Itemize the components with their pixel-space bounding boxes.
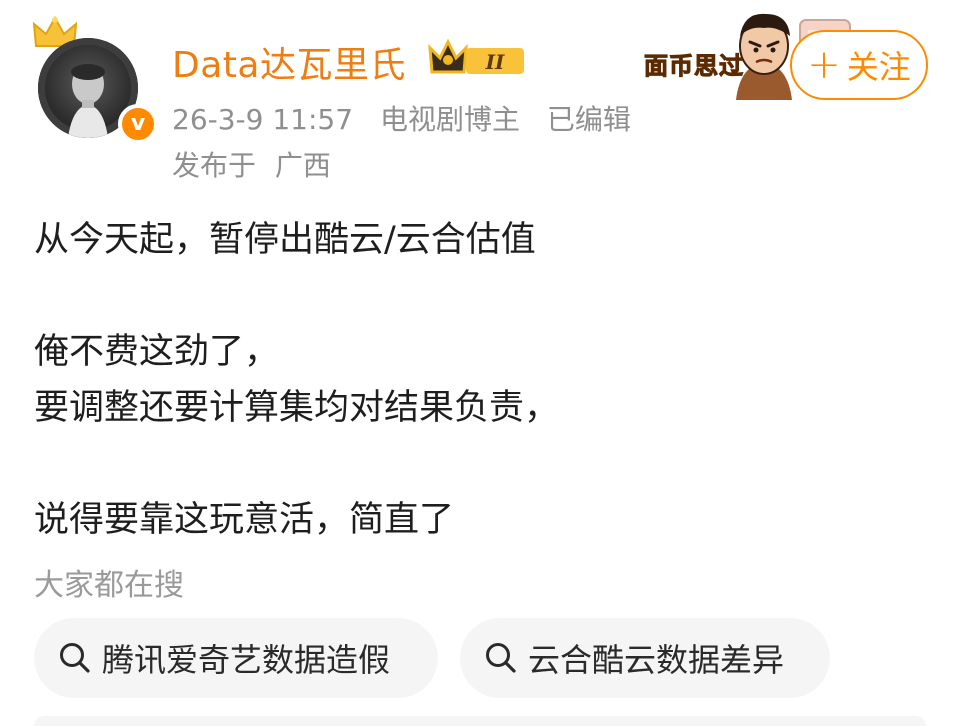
post-content: 从今天起，暂停出酷云/云合估值 俺不费这劲了， 要调整还要计算集均对结果负责， … (34, 212, 934, 548)
author-avatar-group[interactable]: v (32, 16, 158, 144)
verified-badge: v (118, 104, 158, 144)
search-icon (60, 643, 90, 673)
level-badge-text: II (485, 50, 505, 74)
next-card-edge (34, 716, 926, 726)
edited-label[interactable]: 已编辑 (547, 103, 631, 136)
search-chip-2[interactable]: 云合酷云数据差异 (460, 618, 830, 698)
post-line: 说得要靠这玩意活，简直了 (34, 500, 455, 540)
post-line: 要调整还要计算集均对结果负责， (34, 388, 560, 428)
location-name: 广西 (274, 149, 331, 182)
location-prefix: 发布于 (172, 149, 257, 182)
author-name[interactable]: Data达瓦里氏 (172, 36, 406, 88)
search-chip-label: 云合酷云数据差异 (528, 641, 785, 679)
search-chip-1[interactable]: 腾讯爱奇艺数据造假 (34, 618, 438, 698)
follow-label: 关注 (846, 48, 911, 86)
weibo-post-page: v Data达瓦里氏 II 26-3-9 11:57 电视剧博主 已编辑 发布于… (0, 0, 960, 726)
post-time: 26-3-9 11:57 (172, 103, 354, 136)
post-meta: 26-3-9 11:57 电视剧博主 已编辑 (172, 98, 649, 138)
post-line: 从今天起，暂停出酷云/云合估值 (34, 220, 536, 260)
level-badge[interactable]: II (428, 38, 528, 82)
search-chip-label: 腾讯爱奇艺数据造假 (102, 641, 391, 679)
author-role: 电视剧博主 (379, 103, 520, 136)
trending-search-title: 大家都在搜 (34, 568, 184, 603)
sticker-caption: 面币思过 (644, 52, 744, 81)
post-location: 发布于 广西 (172, 144, 331, 184)
post-line: 俺不费这劲了， (34, 332, 280, 372)
plus-icon: + (807, 42, 841, 88)
search-icon (486, 643, 516, 673)
follow-button[interactable]: + 关注 (790, 30, 928, 100)
